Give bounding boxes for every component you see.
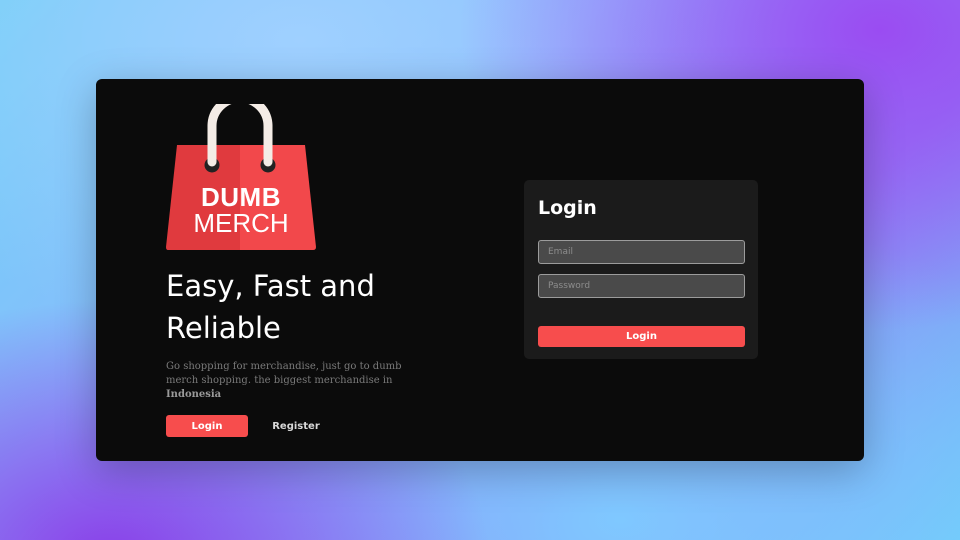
login-submit-button[interactable]: Login (538, 326, 745, 347)
hero-description-highlight: Indonesia (166, 389, 222, 400)
hero-login-button[interactable]: Login (166, 415, 248, 437)
hero-register-button[interactable]: Register (266, 415, 326, 437)
landing-card: DUMB MERCH Easy, Fast and Reliable Go sh… (96, 79, 864, 461)
hero-description: Go shopping for merchandise, just go to … (166, 360, 416, 402)
dumb-merch-logo: DUMB MERCH (166, 104, 316, 250)
email-field[interactable] (538, 240, 745, 264)
hero-headline: Easy, Fast and Reliable (166, 269, 375, 345)
password-field[interactable] (538, 274, 745, 298)
logo-line-2: MERCH (193, 208, 289, 238)
login-panel: Login Login (524, 180, 758, 359)
hero-description-text: Go shopping for merchandise, just go to … (166, 361, 402, 386)
login-title: Login (538, 197, 597, 219)
